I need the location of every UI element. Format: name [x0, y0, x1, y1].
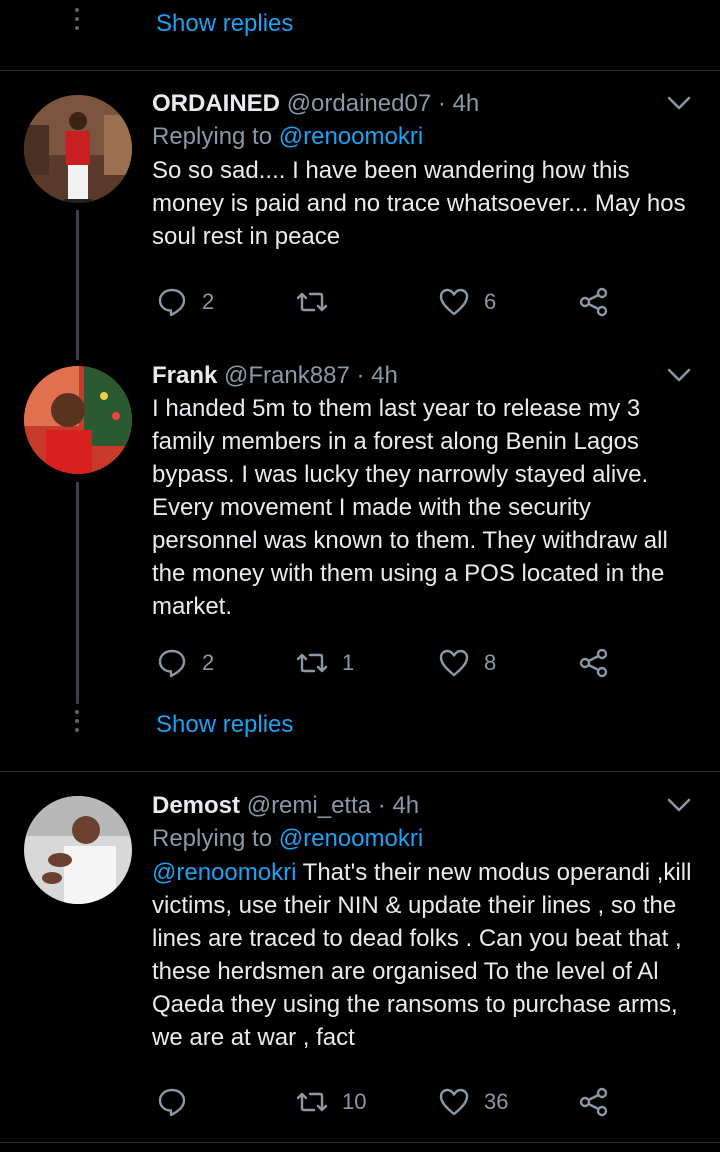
separator: · [377, 792, 386, 819]
tweet-body: That's their new modus operandi ,kill vi… [152, 859, 692, 1051]
mention-link[interactable]: @renoomokri [152, 859, 296, 886]
thread-continuation-dots [73, 710, 81, 737]
heart-icon [439, 1088, 469, 1116]
reply-button[interactable] [156, 1082, 202, 1122]
tweet-actions: 2 6 [152, 282, 672, 322]
retweet-icon [296, 292, 328, 312]
like-count: 6 [484, 289, 497, 314]
chevron-down-icon[interactable] [664, 88, 694, 118]
share-icon [579, 648, 608, 678]
thread-line [76, 210, 79, 360]
share-button[interactable] [578, 643, 610, 683]
timestamp[interactable]: 4h [371, 362, 398, 389]
reply-icon [158, 649, 186, 678]
avatar[interactable] [24, 796, 132, 904]
retweet-button[interactable]: 10 [296, 1082, 366, 1122]
divider [0, 1142, 720, 1143]
avatar[interactable] [24, 95, 132, 203]
user-handle[interactable]: @remi_etta [247, 792, 371, 819]
reply-button[interactable]: 2 [156, 643, 214, 683]
replying-to-label: Replying to [152, 123, 273, 150]
thread-line [76, 482, 79, 704]
replying-to-mention[interactable]: @renoomokri [279, 123, 423, 150]
display-name[interactable]: Demost [152, 792, 240, 819]
like-count: 8 [484, 650, 497, 675]
share-button[interactable] [578, 282, 610, 322]
heart-icon [439, 649, 469, 677]
reply-count: 2 [202, 650, 215, 675]
tweet-text: So so sad.... I have been wandering how … [152, 157, 686, 250]
tweet-header: Frank @Frank887 · 4h [152, 360, 700, 392]
separator: · [356, 362, 365, 389]
timestamp[interactable]: 4h [453, 90, 480, 117]
replying-to-label: Replying to [152, 825, 273, 852]
divider [0, 70, 720, 71]
retweet-icon [296, 653, 328, 673]
timestamp[interactable]: 4h [392, 792, 419, 819]
like-button[interactable]: 8 [438, 643, 496, 683]
tweet-header: Demost @remi_etta · 4h [152, 790, 700, 822]
like-button[interactable]: 6 [438, 282, 496, 322]
tweet-text: I handed 5m to them last year to release… [152, 395, 668, 620]
like-count: 36 [484, 1089, 509, 1114]
replying-to: Replying to @renoomokri [152, 822, 700, 856]
user-handle[interactable]: @ordained07 [287, 90, 431, 117]
retweet-button[interactable]: 1 [296, 643, 354, 683]
share-icon [579, 287, 608, 317]
thread-continuation-dots [73, 8, 81, 35]
separator: · [437, 90, 446, 117]
chevron-down-icon[interactable] [664, 790, 694, 820]
display-name[interactable]: ORDAINED [152, 90, 280, 117]
tweet[interactable]: Demost @remi_etta · 4h Replying to @reno… [152, 790, 700, 1054]
tweet-header: ORDAINED @ordained07 · 4h [152, 88, 700, 120]
reply-icon [158, 1088, 186, 1117]
display-name[interactable]: Frank [152, 362, 217, 389]
avatar[interactable] [24, 366, 132, 474]
reply-button[interactable]: 2 [156, 282, 214, 322]
tweet[interactable]: Frank @Frank887 · 4h I handed 5m to them… [152, 360, 700, 623]
like-button[interactable]: 36 [438, 1082, 508, 1122]
replying-to: Replying to @renoomokri [152, 120, 700, 154]
retweet-button[interactable] [296, 282, 342, 322]
tweet-actions: 2 1 8 [152, 643, 672, 683]
reply-count: 2 [202, 289, 215, 314]
share-button[interactable] [578, 1082, 610, 1122]
tweet[interactable]: ORDAINED @ordained07 · 4h Replying to @r… [152, 88, 700, 253]
retweet-count: 10 [342, 1089, 367, 1114]
show-replies-link[interactable]: Show replies [156, 711, 293, 739]
reply-icon [158, 288, 186, 317]
share-icon [579, 1087, 608, 1117]
retweet-icon [296, 1092, 328, 1112]
chevron-down-icon[interactable] [664, 360, 694, 390]
replying-to-mention[interactable]: @renoomokri [279, 825, 423, 852]
show-replies-link[interactable]: Show replies [156, 10, 293, 38]
tweet-text: @renoomokri That's their new modus opera… [152, 856, 700, 1054]
tweet-actions: 10 36 [152, 1082, 672, 1122]
heart-icon [439, 288, 469, 316]
divider [0, 771, 720, 772]
user-handle[interactable]: @Frank887 [224, 362, 350, 389]
retweet-count: 1 [342, 650, 355, 675]
